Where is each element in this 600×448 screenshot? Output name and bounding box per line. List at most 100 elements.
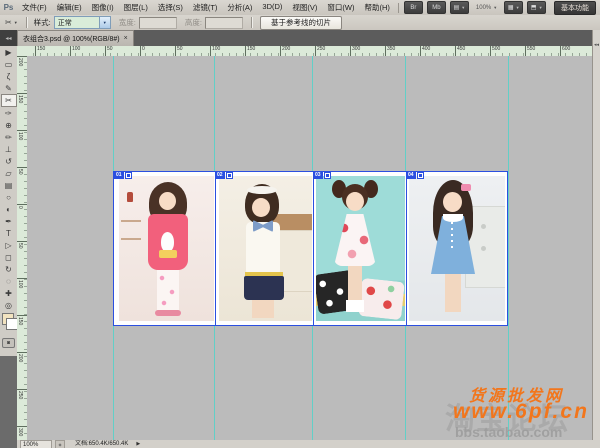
h-ruler-label: 450 — [455, 46, 465, 56]
menu-item-7[interactable]: 3D(D) — [257, 2, 287, 13]
lasso-tool[interactable]: ζ — [1, 70, 16, 82]
h-ruler-label: 400 — [420, 46, 430, 56]
menu-item-4[interactable]: 选择(S) — [153, 2, 188, 13]
healing-brush-tool[interactable]: ⊕ — [1, 119, 16, 131]
tool-options-bar: ✂ ▼ 样式: 正常 ▼ 宽度: 高度: 基于参考线的切片 — [0, 15, 600, 31]
3d-rotate-tool[interactable]: ↻ — [1, 263, 16, 275]
white-headband — [247, 186, 277, 194]
status-zoom-field[interactable]: 100% — [20, 440, 52, 448]
white-top — [246, 222, 280, 274]
panel-dock-strip[interactable]: ◂◂ — [592, 30, 600, 448]
application-bar: Br Mb ▤▼ 100%▼ ▦▼ ⬒▼ — [402, 1, 548, 14]
girl-legs — [252, 300, 274, 318]
type-tool[interactable]: T — [1, 227, 16, 239]
slices-from-guides-button[interactable]: 基于参考线的切片 — [260, 16, 342, 30]
path-selection-tool[interactable]: ▷ — [1, 239, 16, 251]
photo-girl-strawberry-dress[interactable] — [316, 176, 405, 321]
blur-tool[interactable]: ○ — [1, 191, 16, 203]
slice-number: 03 — [313, 172, 323, 179]
style-select[interactable]: 正常 ▼ — [54, 16, 111, 29]
white-leggings — [157, 270, 179, 310]
slice-number: 04 — [406, 172, 416, 179]
menu-item-10[interactable]: 帮助(H) — [360, 2, 395, 13]
yellow-bow — [159, 250, 177, 258]
menu-item-5[interactable]: 滤镜(T) — [188, 2, 223, 13]
width-input[interactable] — [139, 17, 177, 29]
bridge-icon[interactable]: Br — [404, 1, 423, 14]
v-ruler-label: 200 — [17, 56, 27, 66]
pink-shoes — [155, 310, 181, 316]
menu-item-0[interactable]: 文件(F) — [17, 2, 52, 13]
eraser-tool[interactable]: ▱ — [1, 167, 16, 179]
marquee-tool[interactable]: ▭ — [1, 58, 16, 70]
h-ruler-label: 350 — [385, 46, 395, 56]
close-icon[interactable]: × — [124, 35, 128, 42]
slice-boundary-line — [406, 172, 407, 325]
slice-type-icon — [226, 172, 233, 179]
tool-preset-picker[interactable]: ✂ ▼ — [5, 18, 18, 27]
zoom-level[interactable]: 100%▼ — [473, 1, 500, 14]
clone-stamp-tool[interactable]: ⊥ — [1, 143, 16, 155]
watermark-bbs-url: bbs.taobao.com — [455, 424, 562, 440]
status-corner — [0, 440, 17, 448]
quick-mask-button[interactable]: ◙ — [2, 338, 15, 348]
lamp-decor — [127, 192, 133, 202]
slice-type-icon — [125, 172, 132, 179]
screen-mode-icon[interactable]: ⬒▼ — [527, 1, 546, 14]
strawberry-print-dress — [334, 214, 376, 266]
quick-selection-tool[interactable]: ✎ — [1, 82, 16, 94]
tool-panel-collapse-icon[interactable]: ◂◂ — [0, 30, 17, 46]
dodge-tool[interactable]: ◐ — [1, 203, 16, 215]
photo-girl-navy-shorts[interactable] — [219, 176, 312, 321]
slice-number: 01 — [114, 172, 124, 179]
gradient-tool[interactable]: ▤ — [1, 179, 16, 191]
h-ruler-label: 0 — [140, 46, 145, 56]
status-bar: 100% ◈ 文档:650.4K/650.4K ▶ — [0, 440, 600, 448]
status-menu-arrow-icon[interactable]: ▶ — [136, 440, 140, 448]
h-ruler-label: 300 — [350, 46, 360, 56]
menu-item-6[interactable]: 分析(A) — [222, 2, 257, 13]
brush-tool[interactable]: ✏ — [1, 131, 16, 143]
height-label: 高度: — [185, 17, 202, 28]
hand-tool[interactable]: ✚ — [1, 287, 16, 299]
h-ruler-label: 100 — [210, 46, 220, 56]
document-tab[interactable]: 衣组合3.psd @ 100%(RGB/8#) × — [17, 30, 134, 46]
menu-items: 文件(F)编辑(E)图像(I)图层(L)选择(S)滤镜(T)分析(A)3D(D)… — [17, 2, 395, 13]
slice-badge-02: 02 — [215, 172, 233, 179]
color-swatches — [1, 313, 16, 335]
v-ruler-label: 150 — [17, 93, 27, 103]
menu-item-8[interactable]: 视图(V) — [287, 2, 322, 13]
eyedropper-tool[interactable]: ✑ — [1, 107, 16, 119]
menu-item-9[interactable]: 窗口(W) — [322, 2, 359, 13]
photo-girl-denim-dress[interactable] — [409, 176, 505, 321]
move-tool[interactable]: ▶ — [1, 46, 16, 58]
shelf-decor — [121, 220, 141, 222]
mini-bridge-icon[interactable]: Mb — [427, 1, 446, 14]
history-brush-tool[interactable]: ↺ — [1, 155, 16, 167]
menu-item-2[interactable]: 图像(I) — [87, 2, 119, 13]
height-input[interactable] — [205, 17, 243, 29]
workspace-switcher-button[interactable]: 基本功能 — [554, 1, 596, 15]
v-ruler-label: 100 — [17, 130, 27, 140]
slice-tool[interactable]: ✂ — [1, 94, 17, 107]
expand-dock-icon[interactable]: ◂◂ — [594, 42, 599, 48]
v-ruler-label: 150 — [17, 315, 27, 325]
slice-boundary-line — [313, 172, 314, 325]
girl-legs — [348, 266, 362, 300]
menu-item-1[interactable]: 编辑(E) — [52, 2, 87, 13]
status-doc-size: 文档:650.4K/650.4K — [75, 440, 128, 448]
photo-girl-coral-outfit[interactable] — [119, 176, 214, 321]
ps-logo: Ps — [0, 0, 17, 15]
zoom-tool[interactable]: ◎ — [1, 299, 16, 311]
canvas-area[interactable]: 01 02 03 04 — [27, 56, 592, 441]
h-ruler-label: 550 — [525, 46, 535, 56]
3d-orbit-tool[interactable]: ◌ — [1, 275, 16, 287]
drawer-knob — [481, 224, 486, 229]
v-ruler-label: 250 — [17, 389, 27, 399]
shape-tool[interactable]: ◻ — [1, 251, 16, 263]
arrange-documents-icon[interactable]: ▤▼ — [450, 1, 469, 14]
pen-tool[interactable]: ✒ — [1, 215, 16, 227]
style-select-value: 正常 — [58, 18, 72, 28]
view-extras-icon[interactable]: ▦▼ — [504, 1, 523, 14]
menu-item-3[interactable]: 图层(L) — [119, 2, 153, 13]
